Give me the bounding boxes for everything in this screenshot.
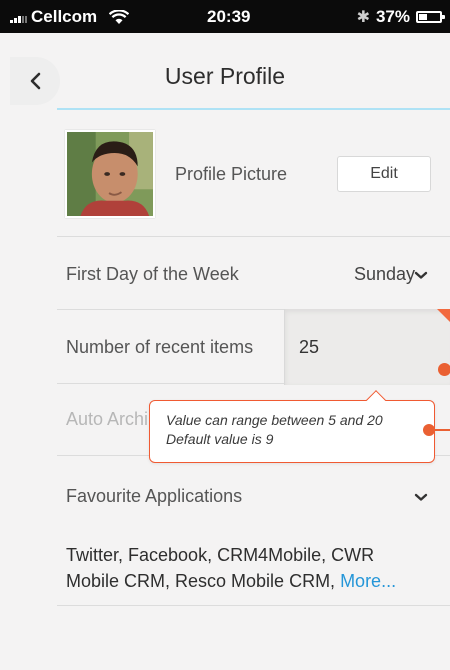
first-day-of-week-value[interactable]: Sunday [354, 264, 415, 285]
recent-items-input[interactable]: 25 [284, 309, 450, 385]
bluetooth-icon: ✱ [356, 9, 370, 26]
clock: 20:39 [207, 7, 251, 26]
favourite-applications-list: Twitter, Facebook, CRM4Mobile, CWR Mobil… [66, 542, 406, 594]
error-indicator-dot [438, 363, 450, 376]
page-title: User Profile [164, 63, 286, 89]
wifi-icon [109, 9, 130, 24]
header-divider [57, 108, 450, 110]
favourite-applications-text: Twitter, Facebook, CRM4Mobile, CWR Mobil… [66, 545, 375, 591]
header: User Profile [0, 33, 450, 111]
validation-tooltip: Value can range between 5 and 20 Default… [149, 390, 435, 463]
profile-picture-label: Profile Picture [175, 164, 288, 184]
recent-items-row: Number of recent items 25 [57, 309, 450, 385]
first-day-of-week-row[interactable]: First Day of the Week Sunday [57, 237, 450, 310]
recent-items-value: 25 [299, 337, 320, 357]
carrier-name: Cellcom [31, 7, 98, 26]
status-right: ✱ 37% [356, 7, 445, 27]
profile-picture-row: Profile Picture Edit [57, 112, 450, 237]
tooltip-line-range: Value can range between 5 and 20 [166, 412, 383, 428]
chevron-down-icon[interactable] [414, 492, 428, 502]
auto-archive-label: Auto Archi [66, 409, 149, 429]
signal-icon [10, 11, 27, 23]
recent-items-label: Number of recent items [66, 337, 254, 357]
tooltip-dot [423, 424, 435, 436]
battery-icon [416, 11, 445, 23]
edit-button[interactable]: Edit [337, 156, 431, 192]
carrier: Cellcom [10, 7, 130, 27]
first-day-of-week-label: First Day of the Week [66, 264, 239, 284]
avatar [65, 130, 155, 218]
favourite-applications-label: Favourite Applications [66, 486, 243, 506]
chevron-down-icon[interactable] [414, 270, 428, 280]
tooltip-line-default: Default value is 9 [166, 431, 274, 447]
favourite-applications-row: Favourite Applications Twitter, Facebook… [57, 456, 450, 606]
more-link[interactable]: More... [340, 571, 396, 591]
error-marker-icon [437, 309, 450, 326]
battery-percent: 37% [375, 7, 410, 26]
status-bar: Cellcom 20:39 ✱ 37% [0, 0, 450, 33]
